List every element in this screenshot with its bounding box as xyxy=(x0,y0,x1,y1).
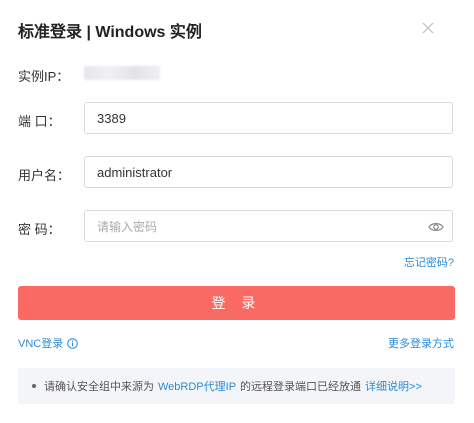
more-login-options-link[interactable]: 更多登录方式 xyxy=(388,335,454,351)
webrdp-proxy-ip-link[interactable]: WebRDP代理IP xyxy=(158,378,236,394)
close-icon[interactable] xyxy=(420,20,436,36)
username-input[interactable] xyxy=(84,156,453,188)
port-input[interactable] xyxy=(84,102,453,134)
instance-ip-value-masked xyxy=(84,66,160,80)
login-dialog: 标准登录 | Windows 实例 实例IP： 端 口： 用户名： 密 码： 忘… xyxy=(0,0,474,423)
instance-ip-label: 实例IP： xyxy=(18,69,70,84)
vnc-login-label: VNC登录 xyxy=(18,338,64,350)
forgot-password-link[interactable]: 忘记密码? xyxy=(404,254,454,270)
vnc-login-link[interactable]: VNC登录 xyxy=(18,335,79,351)
notice-middle: 的远程登录端口已经放通 xyxy=(240,381,362,393)
security-group-notice: 请确认安全组中来源为 WebRDP代理IP 的远程登录端口已经放通 详细说明>> xyxy=(18,368,455,404)
port-label: 端 口： xyxy=(18,114,61,129)
notice-prefix: 请确认安全组中来源为 xyxy=(44,381,154,393)
username-label: 用户名： xyxy=(18,168,71,183)
bullet-icon xyxy=(32,384,36,388)
details-link[interactable]: 详细说明>> xyxy=(365,378,422,394)
password-input[interactable] xyxy=(84,210,453,242)
password-label: 密 码： xyxy=(18,222,61,237)
info-icon[interactable] xyxy=(67,337,79,349)
eye-icon[interactable] xyxy=(428,220,444,234)
login-button[interactable]: 登 录 xyxy=(18,286,455,320)
dialog-title: 标准登录 | Windows 实例 xyxy=(18,24,202,41)
